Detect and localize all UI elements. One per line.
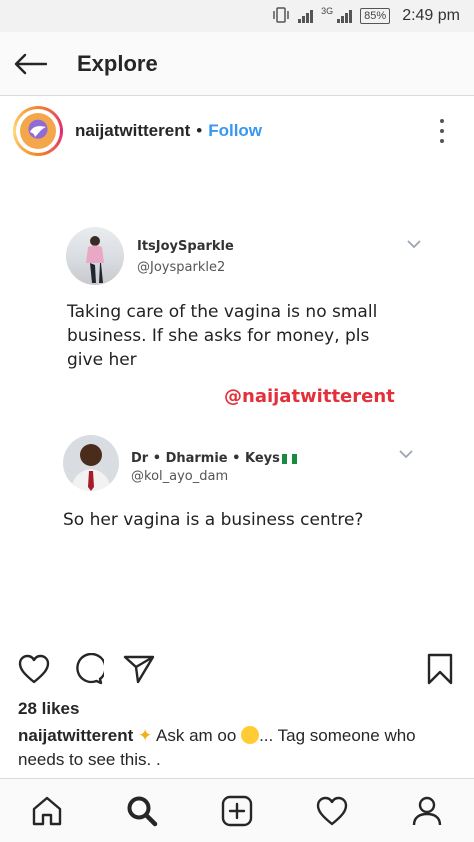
tweet-1-text: Taking care of the vagina is no small bu… [67,302,378,370]
comment-icon [76,653,104,685]
battery-indicator: 85% [360,8,391,24]
arrow-left-icon [14,53,47,74]
more-vertical-icon [440,119,444,123]
tweet-2-name-text: Dr • Dharmie • Keys [131,451,280,466]
profile-icon [412,796,441,825]
laughing-emoji-icon [241,726,260,744]
follow-button[interactable]: Follow [208,121,262,141]
share-button[interactable] [121,651,157,687]
tweet-2-avatar [63,435,119,491]
tweet-1-handle: @Joysparkle2 [137,260,226,275]
vibrate-icon [272,6,290,26]
bookmark-icon [427,653,453,685]
home-icon [33,796,62,825]
avatar[interactable] [13,106,63,156]
post-username[interactable]: naijatwitterent [75,121,190,141]
back-button[interactable] [0,32,62,96]
signal-icon-2 [337,9,353,23]
signal-icon [298,9,314,23]
bottom-nav [0,778,474,842]
top-header: Explore [0,32,474,96]
nav-search[interactable] [118,787,166,835]
sparkles-emoji-icon: ✦ [137,726,153,745]
post-header: naijatwitterent • Follow [0,97,474,165]
like-count[interactable]: 28 likes [18,699,79,719]
nav-home[interactable] [23,787,71,835]
watermark-text: @naijatwitterent [224,386,395,407]
heart-icon [18,654,50,684]
nigeria-flag-icon [281,453,297,464]
save-button[interactable] [422,651,458,687]
separator-dot: • [196,121,203,140]
caption-text-a: Ask am oo [152,726,242,745]
more-options-button[interactable] [432,117,452,145]
comment-button[interactable] [70,651,106,687]
caption-username[interactable]: naijatwitterent [18,726,133,745]
tweet-2-name: Dr • Dharmie • Keys [131,451,297,466]
chevron-down-icon [399,450,413,459]
tweet-1-name: ItsJoySparkle [137,239,234,254]
post-image[interactable]: ItsJoySparkle @Joysparkle2 Taking care o… [0,165,474,639]
send-icon [123,655,155,684]
like-button[interactable] [16,651,52,687]
post-caption: naijatwitterent ✦ Ask am oo ... Tag some… [18,724,458,772]
add-icon [221,795,253,826]
status-time: 2:49 pm [402,7,460,24]
tweet-2-handle: @kol_ayo_dam [131,469,229,484]
tweet-2-text: So her vagina is a business centre? [63,510,364,530]
search-icon [127,796,158,826]
activity-icon [316,796,347,825]
nav-activity[interactable] [308,787,356,835]
status-bar: 3G 85% 2:49 pm [0,0,474,32]
post-actions [0,645,474,693]
network-type: 3G [321,6,334,16]
nav-add-post[interactable] [213,787,261,835]
chevron-down-icon [407,240,421,249]
nav-profile[interactable] [403,787,451,835]
tweet-1-avatar [66,227,124,285]
page-title: Explore [77,50,158,76]
